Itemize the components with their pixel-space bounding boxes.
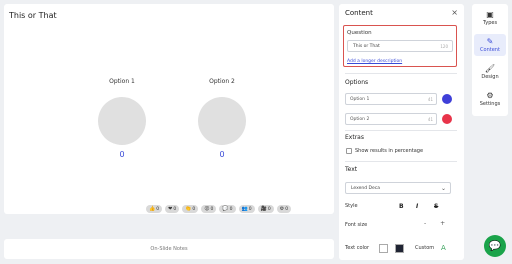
font-size-stepper[interactable]: - + <box>424 220 451 227</box>
font-size-label: Font size <box>345 222 368 228</box>
question-input[interactable]: This or That 120 <box>347 40 453 52</box>
option-1-label[interactable]: Option 1 <box>92 78 152 85</box>
option-2-label[interactable]: Option 2 <box>192 78 252 85</box>
types-tab[interactable]: ▣ Types <box>474 7 506 29</box>
option-1-char-count: 41 <box>427 96 433 102</box>
show-percentage-label: Show results in percentage <box>355 148 424 154</box>
divider <box>345 73 457 74</box>
settings-tab[interactable]: ⚙ Settings <box>474 88 506 110</box>
text-color-dark-swatch[interactable] <box>395 244 404 253</box>
option-1-input[interactable]: Option 1 41 <box>345 93 437 105</box>
tool-rail: ▣ Types ✎ Content 🖌 Design ⚙ Settings <box>472 4 508 116</box>
content-tab[interactable]: ✎ Content <box>474 34 506 56</box>
question-char-count: 120 <box>440 43 448 49</box>
like-icon: 👍 <box>149 205 156 212</box>
design-icon: 🖌 <box>484 64 496 73</box>
reaction-video: 🎥 0 <box>257 205 274 213</box>
question-label: Question <box>347 30 372 36</box>
reaction-like: 👍 0 <box>146 205 163 213</box>
option-1-count: 0 <box>119 150 125 159</box>
settings-icon: ⚙ <box>486 91 494 100</box>
reaction-comment: 💬 0 <box>219 205 236 213</box>
reaction-bar: 👍 0 ❤ 0 👏 0 😮 0 💬 0 👥 0 🎥 0 ⚙ 0 <box>146 205 292 214</box>
divider <box>345 161 457 162</box>
option-2-block: Option 2 0 <box>192 78 252 159</box>
option-1-block: Option 1 0 <box>92 78 152 159</box>
extras-heading: Extras <box>345 134 364 141</box>
comment-icon: 💬 <box>222 205 229 212</box>
font-family-select[interactable]: Lexend Deca ⌄ <box>345 182 451 194</box>
text-color-white-swatch[interactable] <box>379 244 388 253</box>
clap-icon: 👏 <box>185 205 192 212</box>
add-description-link[interactable]: Add a longer description <box>347 59 402 64</box>
gear-icon: ⚙ <box>279 205 285 212</box>
options-heading: Options <box>345 79 369 86</box>
close-icon[interactable]: × <box>451 8 458 17</box>
option-2-count: 0 <box>219 150 225 159</box>
video-icon: 🎥 <box>260 205 267 212</box>
design-tab[interactable]: 🖌 Design <box>474 61 506 83</box>
option-2-char-count: 41 <box>427 116 433 122</box>
option-1-circle <box>98 97 146 145</box>
option-2-input[interactable]: Option 2 41 <box>345 113 437 125</box>
chat-button[interactable]: 💬 <box>484 235 506 257</box>
option-1-color-swatch[interactable] <box>442 94 452 104</box>
custom-color-icon[interactable]: A <box>441 244 446 252</box>
option-2-color-swatch[interactable] <box>442 114 452 124</box>
style-label: Style <box>345 203 358 209</box>
reaction-other: ⚙ 0 <box>276 205 292 213</box>
slide-title[interactable]: This or That <box>9 11 57 20</box>
wow-icon: 😮 <box>204 205 210 212</box>
content-icon: ✎ <box>486 37 494 46</box>
reaction-heart: ❤ 0 <box>165 205 180 213</box>
bold-button[interactable]: B <box>399 203 404 210</box>
content-panel: Content × Question This or That 120 Add … <box>339 4 464 260</box>
people-icon: 👥 <box>241 205 248 212</box>
option-2-circle <box>198 97 246 145</box>
italic-button[interactable]: I <box>416 203 418 210</box>
reaction-wow: 😮 0 <box>201 205 217 213</box>
custom-color-label[interactable]: Custom <box>415 245 434 251</box>
on-slide-notes[interactable]: On-Slide Notes <box>4 239 334 259</box>
text-color-label: Text color <box>345 245 370 251</box>
types-icon: ▣ <box>486 10 494 19</box>
show-percentage-checkbox[interactable] <box>346 148 352 154</box>
reaction-clap: 👏 0 <box>182 205 199 213</box>
divider <box>345 130 457 131</box>
heart-icon: ❤ <box>168 205 173 212</box>
text-heading: Text <box>345 166 358 173</box>
reaction-people: 👥 0 <box>238 205 255 213</box>
strike-button[interactable]: S <box>434 203 438 210</box>
question-section: Question This or That 120 Add a longer d… <box>343 25 457 67</box>
panel-title: Content <box>345 9 373 17</box>
slide-canvas[interactable]: This or That Option 1 0 Option 2 0 <box>4 4 334 214</box>
chat-icon: 💬 <box>488 240 502 252</box>
chevron-down-icon: ⌄ <box>440 184 446 192</box>
